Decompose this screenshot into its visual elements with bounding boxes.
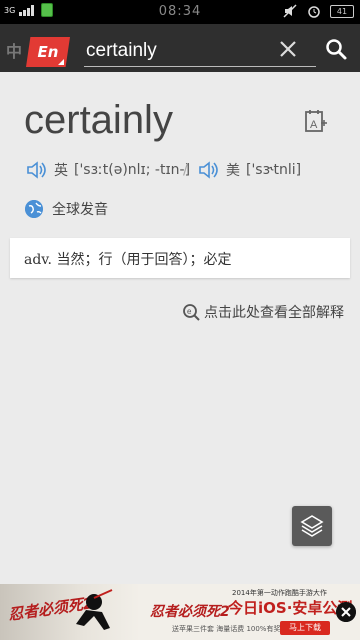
pron-uk-phonetic: ['sɜːt(ə)nlɪ; -tɪn-] bbox=[74, 162, 191, 178]
battery-indicator: 41 bbox=[330, 4, 354, 18]
ad-small-text: 送苹果三件套 海量话费 100%有奖 bbox=[172, 625, 281, 633]
close-icon[interactable] bbox=[336, 602, 356, 622]
ad-download-button[interactable]: 马上下载 bbox=[280, 621, 330, 635]
add-to-wordbook-icon[interactable]: A bbox=[302, 108, 328, 134]
pron-uk-label: 英 bbox=[54, 163, 68, 179]
svg-text:A: A bbox=[310, 119, 318, 131]
globe-icon bbox=[25, 200, 43, 218]
ad-banner[interactable]: 忍者必须死2 2014年第一动作跑酷手游大作 忍者必须死2 今日iOS·安卓公测… bbox=[0, 584, 360, 640]
global-pronunciation-label: 全球发音 bbox=[52, 202, 108, 218]
layers-icon bbox=[300, 515, 324, 537]
pronunciation-us[interactable]: 美 ['sɝtnli] bbox=[198, 160, 301, 180]
pronunciation-uk[interactable]: 英 ['sɜːt(ə)nlɪ; -tɪn-] bbox=[26, 160, 190, 180]
global-pronunciation-link[interactable]: 全球发音 bbox=[25, 199, 108, 219]
magnifier-icon: e bbox=[183, 304, 200, 321]
ad-headline: 今日iOS·安卓公测 bbox=[228, 599, 353, 617]
status-right: 41 bbox=[282, 3, 354, 19]
part-of-speech: adv. bbox=[24, 252, 53, 268]
status-bar: 3G 08:34 41 bbox=[0, 0, 360, 24]
full-explanation-link[interactable]: e 点击此处查看全部解释 bbox=[182, 302, 344, 322]
definition-row: adv. 当然；行（用于回答）；必定 bbox=[24, 249, 231, 269]
pron-separator: / bbox=[183, 160, 189, 178]
lang-corner-decoration bbox=[58, 59, 64, 65]
mute-icon bbox=[282, 3, 298, 19]
definition-card: adv. 当然；行（用于回答）；必定 bbox=[10, 238, 350, 278]
close-icon[interactable] bbox=[276, 37, 300, 61]
pron-us-label: 美 bbox=[226, 163, 240, 179]
full-explanation-label: 点击此处查看全部解释 bbox=[204, 305, 344, 321]
definition-text: 当然；行（用于回答）；必定 bbox=[56, 252, 232, 268]
ninja-figure-icon bbox=[76, 589, 113, 630]
lang-chinese-label[interactable]: 中 bbox=[6, 38, 22, 62]
search-icon[interactable] bbox=[324, 37, 348, 61]
search-bar: 中 En bbox=[0, 24, 360, 72]
headword: certainly bbox=[24, 98, 173, 142]
speaker-icon[interactable] bbox=[198, 161, 218, 179]
speaker-icon[interactable] bbox=[26, 161, 46, 179]
svg-text:e: e bbox=[187, 307, 192, 316]
layers-button[interactable] bbox=[292, 506, 332, 546]
ad-title: 忍者必须死2 bbox=[150, 604, 230, 620]
pron-us-phonetic: ['sɝtnli] bbox=[246, 162, 302, 178]
alarm-icon bbox=[306, 3, 322, 19]
